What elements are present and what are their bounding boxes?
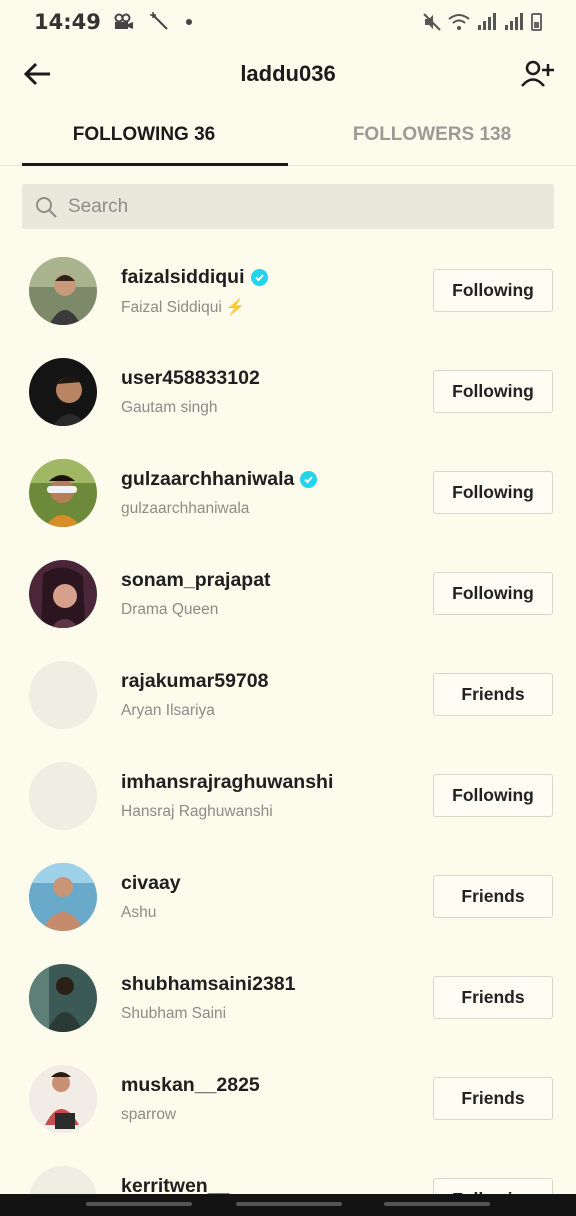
friends-button[interactable]: Friends: [433, 673, 553, 716]
display-name: Faizal Siddiqui: [121, 298, 222, 316]
tab-bar: FOLLOWING 36 FOLLOWERS 138: [0, 104, 576, 166]
display-name: sparrow: [121, 1106, 177, 1123]
tab-followers[interactable]: FOLLOWERS 138: [288, 104, 576, 165]
list-item[interactable]: user458833102 Gautam singh Following: [0, 341, 576, 442]
nav-back-handle[interactable]: [86, 1202, 192, 1206]
list-item[interactable]: faizalsiddiqui Faizal Siddiqui ⚡ Followin…: [0, 240, 576, 341]
display-name: Drama Queen: [121, 601, 219, 618]
username: civaay: [121, 872, 181, 894]
dot-icon: [185, 19, 192, 25]
display-name: Shubham Saini: [121, 1005, 227, 1022]
avatar[interactable]: [29, 256, 97, 325]
display-name: Hansraj Raghuwanshi: [121, 803, 273, 820]
username: rajakumar59708: [121, 670, 269, 692]
nav-home-handle[interactable]: [236, 1202, 342, 1206]
battery-icon: [531, 13, 542, 31]
magic-wand-icon: [149, 12, 168, 30]
avatar[interactable]: [29, 660, 97, 729]
arrow-left-icon[interactable]: [22, 58, 54, 90]
verified-badge-icon: [300, 471, 318, 488]
list-item[interactable]: rajakumar59708 Aryan Ilsariya Friends: [0, 644, 576, 745]
username: muskan__2825: [121, 1074, 260, 1096]
friends-button[interactable]: Friends: [433, 875, 553, 918]
tab-followers-label: FOLLOWERS 138: [352, 123, 512, 145]
username: imhansrajraghuwanshi: [121, 771, 334, 793]
avatar[interactable]: [29, 458, 97, 527]
list-item[interactable]: muskan__2825 sparrow Friends: [0, 1048, 576, 1149]
mute-icon: [423, 13, 441, 31]
avatar[interactable]: [29, 963, 97, 1032]
display-name: Ashu: [121, 904, 157, 921]
status-bar: 14:49: [0, 0, 576, 44]
display-name: gulzaarchhaniwala: [121, 500, 250, 517]
avatar[interactable]: [29, 862, 97, 931]
display-name: Aryan Ilsariya: [121, 702, 215, 719]
lightning-emoji: ⚡: [225, 299, 246, 316]
list-item[interactable]: shubhamsaini2381 Shubham Saini Friends: [0, 947, 576, 1048]
list-item[interactable]: civaay Ashu Friends: [0, 846, 576, 947]
tab-following[interactable]: FOLLOWING 36: [0, 104, 288, 166]
tab-indicator: [22, 163, 288, 166]
following-button[interactable]: Following: [433, 572, 553, 615]
video-camera-icon: [114, 13, 133, 29]
nav-recents-handle[interactable]: [384, 1202, 490, 1206]
username: faizalsiddiqui: [121, 266, 245, 288]
avatar[interactable]: [29, 559, 97, 628]
system-nav-bar: [0, 1194, 576, 1216]
wifi-icon: [448, 14, 470, 30]
search-bar: [22, 184, 554, 229]
list-item[interactable]: gulzaarchhaniwala gulzaarchhaniwala Foll…: [0, 442, 576, 543]
avatar[interactable]: [29, 1064, 97, 1133]
following-button[interactable]: Following: [433, 269, 553, 312]
user-list: faizalsiddiqui Faizal Siddiqui ⚡ Followin…: [0, 240, 576, 1216]
page-title: laddu036: [240, 61, 336, 86]
list-item[interactable]: imhansrajraghuwanshi Hansraj Raghuwanshi…: [0, 745, 576, 846]
search-icon: [36, 196, 57, 218]
following-button[interactable]: Following: [433, 774, 553, 817]
friends-button[interactable]: Friends: [433, 1077, 553, 1120]
username: gulzaarchhaniwala: [121, 468, 295, 490]
header: laddu036: [0, 44, 576, 104]
list-item[interactable]: sonam_prajapat Drama Queen Following: [0, 543, 576, 644]
following-button[interactable]: Following: [433, 370, 553, 413]
search-input[interactable]: [68, 195, 528, 218]
username: user458833102: [121, 367, 260, 389]
status-time: 14:49: [34, 10, 101, 34]
avatar[interactable]: [29, 761, 97, 830]
verified-badge-icon: [250, 269, 268, 286]
add-user-icon[interactable]: [520, 56, 556, 92]
following-button[interactable]: Following: [433, 471, 553, 514]
avatar[interactable]: [29, 357, 97, 426]
display-name: Gautam singh: [121, 399, 218, 416]
tab-following-label: FOLLOWING 36: [72, 123, 216, 145]
signal-icon-2: [505, 13, 523, 30]
signal-icon: [478, 13, 496, 30]
username: sonam_prajapat: [121, 569, 271, 591]
friends-button[interactable]: Friends: [433, 976, 553, 1019]
username: shubhamsaini2381: [121, 973, 296, 995]
